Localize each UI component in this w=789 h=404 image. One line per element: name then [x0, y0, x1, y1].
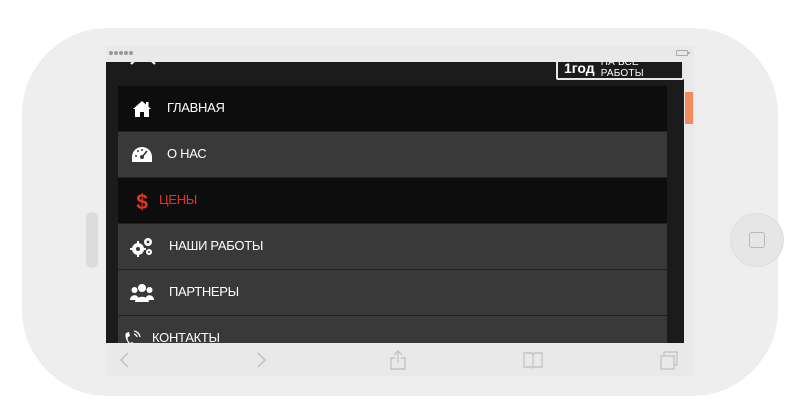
browser-toolbar: [106, 343, 694, 376]
bookmarks-icon[interactable]: [522, 349, 544, 371]
menu-item-label: ГЛАВНАЯ: [167, 100, 225, 115]
scrollbar[interactable]: [684, 62, 694, 343]
phone-icon: [120, 328, 144, 343]
home-icon: [130, 98, 154, 120]
forward-icon[interactable]: [250, 349, 272, 371]
menu-item-label: КОНТАКТЫ: [152, 330, 220, 343]
share-icon[interactable]: [387, 349, 409, 371]
menu-item-partners[interactable]: ПАРТНЕРЫ: [118, 270, 667, 316]
dollar-icon: $: [130, 190, 154, 212]
menu-item-home[interactable]: ГЛАВНАЯ: [118, 86, 667, 132]
users-icon: [130, 282, 154, 304]
menu-item-prices[interactable]: $ ЦЕНЫ: [118, 178, 667, 224]
phone-screen: 1год НА ВСЕ РАБОТЫ ГЛАВНАЯ О НАС $ ЦЕНЫ …: [106, 46, 694, 376]
warranty-badge[interactable]: 1год НА ВСЕ РАБОТЫ: [556, 62, 684, 80]
warranty-badge-big: 1год: [564, 62, 595, 76]
battery-icon: [676, 50, 690, 56]
signal-icon: [109, 51, 133, 55]
tabs-icon[interactable]: [658, 349, 680, 371]
site-content: 1год НА ВСЕ РАБОТЫ ГЛАВНАЯ О НАС $ ЦЕНЫ …: [106, 62, 684, 343]
scrollbar-thumb[interactable]: [685, 92, 693, 124]
menu-item-about[interactable]: О НАС: [118, 132, 667, 178]
menu-item-label: ЦЕНЫ: [159, 192, 197, 207]
main-menu: ГЛАВНАЯ О НАС $ ЦЕНЫ НАШИ РАБОТЫ ПАРТНЕР…: [118, 86, 667, 343]
menu-item-contacts[interactable]: КОНТАКТЫ: [118, 316, 667, 343]
home-button-square-icon: [749, 232, 765, 248]
back-icon[interactable]: [114, 349, 136, 371]
home-button[interactable]: [730, 213, 784, 267]
menu-item-label: О НАС: [167, 146, 207, 161]
status-bar: [106, 46, 694, 62]
close-menu-icon[interactable]: [128, 62, 158, 74]
menu-item-label: ПАРТНЕРЫ: [169, 284, 239, 299]
dashboard-icon: [130, 144, 154, 166]
menu-item-portfolio[interactable]: НАШИ РАБОТЫ: [118, 224, 667, 270]
menu-item-label: НАШИ РАБОТЫ: [169, 238, 264, 253]
phone-speaker: [86, 212, 98, 268]
svg-text:$: $: [136, 191, 148, 212]
gears-icon: [130, 236, 154, 258]
warranty-badge-small: НА ВСЕ РАБОТЫ: [600, 62, 644, 79]
